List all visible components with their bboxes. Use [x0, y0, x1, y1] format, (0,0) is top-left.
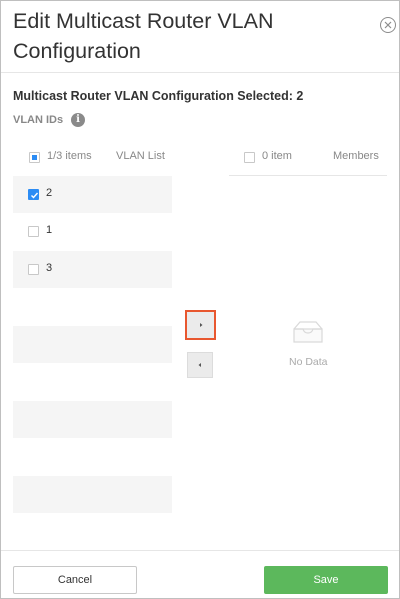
empty-row [13, 326, 172, 363]
selected-title: Multicast Router VLAN Configuration Sele… [13, 89, 304, 103]
dialog-title: Edit Multicast Router VLAN Configuration [13, 9, 274, 63]
right-select-all-checkbox[interactable] [244, 152, 255, 163]
vlan-ids-label: VLAN IDs [13, 114, 64, 126]
edit-multicast-router-vlan-dialog: Edit Multicast Router VLAN Configuration… [0, 0, 400, 599]
empty-row [13, 476, 172, 513]
list-item[interactable]: 1 [13, 213, 172, 250]
caret-left-icon [198, 363, 201, 367]
cancel-button[interactable]: Cancel [13, 566, 137, 594]
item-label: 2 [46, 187, 53, 199]
left-count-label: 1/3 items [47, 150, 92, 162]
list-item[interactable]: 2 [13, 176, 172, 213]
list-item[interactable]: 3 [13, 251, 172, 288]
inbox-icon [293, 321, 323, 343]
item-checkbox[interactable] [28, 189, 39, 200]
select-all-checkbox[interactable] [29, 152, 40, 163]
item-checkbox[interactable] [28, 264, 39, 275]
right-count-label: 0 item [262, 150, 292, 162]
close-icon[interactable] [380, 17, 396, 33]
save-button[interactable]: Save [264, 566, 388, 594]
caret-right-icon [200, 323, 203, 327]
item-label: 1 [46, 224, 53, 236]
footer-divider [1, 550, 399, 551]
no-data-text: No Data [289, 356, 328, 368]
move-to-right-button[interactable] [185, 310, 216, 340]
info-icon[interactable]: i [71, 113, 85, 127]
members-header: Members [333, 150, 379, 162]
vlan-list-header: VLAN List [116, 150, 165, 162]
item-label: 3 [46, 262, 53, 274]
empty-row [13, 401, 172, 438]
dialog-header: Edit Multicast Router VLAN Configuration [1, 1, 399, 73]
item-checkbox[interactable] [28, 226, 39, 237]
right-list-divider [229, 175, 387, 176]
move-to-left-button[interactable] [187, 352, 213, 378]
